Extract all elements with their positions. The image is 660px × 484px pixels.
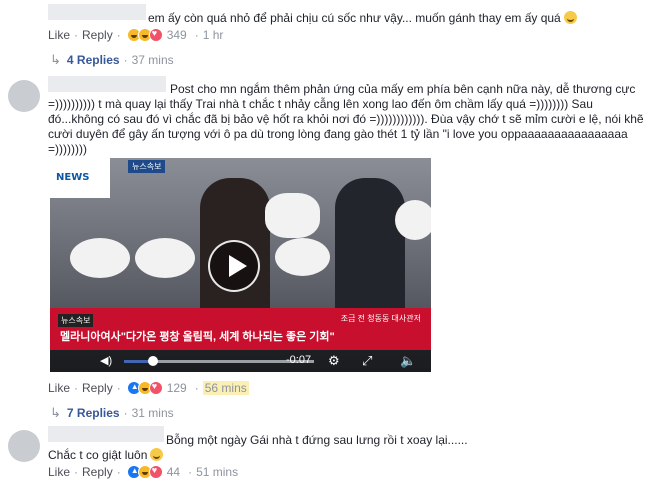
comment-timestamp[interactable]: 51 mins [196, 465, 238, 479]
play-button-icon[interactable] [208, 240, 260, 292]
reply-link[interactable]: Reply [82, 28, 113, 42]
comment-1-text: em ấy còn quá nhỏ để phải chịu cú sốc nh… [148, 11, 648, 26]
reaction-count: 349 [166, 28, 187, 42]
settings-gear-icon[interactable]: ⚙ [328, 353, 340, 369]
love-reaction-icon [148, 28, 163, 42]
reactions-icon[interactable] [126, 381, 163, 395]
comment-3-text-line2: Chắc t co giật luôn [48, 448, 528, 463]
smile-emoji-icon [563, 11, 577, 24]
volume-icon[interactable]: ◀) [100, 354, 114, 368]
video-hat [135, 238, 195, 278]
like-link[interactable]: Like [48, 381, 70, 395]
comment-1-body: em ấy còn quá nhỏ để phải chịu cú sốc nh… [148, 11, 561, 25]
video-hat [395, 200, 431, 240]
reaction-count: 44 [166, 465, 181, 479]
blurred-author-name [48, 4, 146, 20]
reply-link[interactable]: Reply [82, 381, 113, 395]
fullscreen-icon[interactable]: ⤢ [362, 353, 372, 369]
love-reaction-icon [148, 381, 163, 395]
video-figure [335, 178, 405, 313]
comment-2-body: Post cho mn ngắm thêm phản ứng của mấy e… [48, 82, 644, 156]
news-channel-logo: NEWS [50, 158, 110, 198]
breaking-news-badge: 뉴스속보 [58, 314, 94, 327]
comment-3-text-line1: Bỗng một ngày Gái nhà t đứng sau lưng rồ… [166, 433, 468, 447]
like-link[interactable]: Like [48, 465, 70, 479]
comment-timestamp[interactable]: 56 mins [202, 381, 249, 395]
video-player[interactable]: NEWS 뉴스속보 뉴스속보 조금 전 청동동 대사관저 멜라니아여사"다가온 … [50, 158, 431, 372]
reaction-count: 129 [166, 381, 187, 395]
comment-3-body: Chắc t co giật luôn [48, 448, 148, 462]
seek-handle[interactable] [148, 356, 158, 366]
avatar[interactable] [8, 430, 40, 462]
avatar[interactable] [8, 80, 40, 112]
replies-count-label[interactable]: 7 Replies [67, 406, 120, 420]
video-hat [70, 238, 130, 278]
video-subtitle: 멜라니아여사"다가온 평창 올림픽, 세계 하나되는 좋은 기회" [60, 331, 335, 343]
like-link[interactable]: Like [48, 28, 70, 42]
news-tag: 뉴스속보 [128, 160, 166, 173]
replies-count-label[interactable]: 4 Replies [67, 53, 120, 67]
comment-timestamp[interactable]: 1 hr [203, 28, 224, 42]
comment-1-actions: Like · Reply · 349 · 1 hr [48, 28, 223, 42]
smile-emoji-icon [150, 448, 164, 461]
comment-3-actions: Like · Reply · 44 · 51 mins [48, 465, 238, 479]
video-hat [275, 238, 330, 276]
reply-arrow-icon: ↳ [50, 52, 61, 67]
comment-2-actions: Like · Reply · 129 · 56 mins [48, 381, 249, 395]
view-replies-link[interactable]: ↳ 7 Replies · 31 mins [50, 405, 174, 421]
love-reaction-icon [148, 465, 163, 479]
blurred-author-name [48, 426, 164, 442]
reactions-icon[interactable] [126, 28, 163, 42]
reply-arrow-icon: ↳ [50, 405, 61, 420]
reply-link[interactable]: Reply [82, 465, 113, 479]
video-controls: ◀) -0:07 ⚙ ⤢ 🔈 [50, 350, 431, 372]
comment-2-text: Post cho mn ngắm thêm phản ứng của mấy e… [48, 82, 648, 157]
volume-icon[interactable]: 🔈 [400, 353, 416, 369]
video-mascot [265, 193, 320, 238]
replies-timestamp: 31 mins [131, 406, 174, 420]
reactions-icon[interactable] [126, 465, 163, 479]
news-logo-text: NEWS [56, 172, 90, 183]
time-remaining: -0:07 [286, 354, 312, 366]
view-replies-link[interactable]: ↳ 4 Replies · 37 mins [50, 52, 174, 68]
replies-timestamp: 37 mins [131, 53, 174, 67]
location-caption: 조금 전 청동동 대사관저 [340, 314, 421, 323]
